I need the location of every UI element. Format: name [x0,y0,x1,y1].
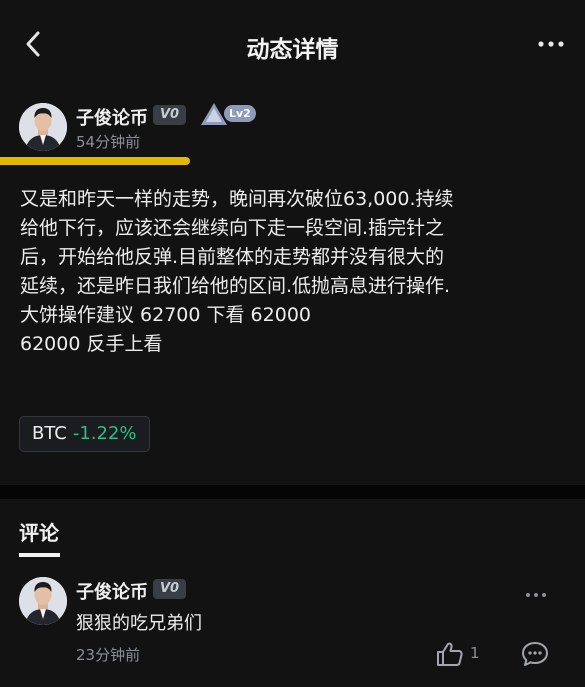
post-line: 大饼操作建议 62700 下看 62000 [20,304,312,326]
comment-more-button[interactable] [525,584,547,597]
highlight-bar [0,157,190,165]
post-timestamp: 54分钟前 [76,133,141,151]
comment-text: 狠狠的吃兄弟们 [76,613,202,634]
author-name[interactable]: 子俊论币 [76,104,148,130]
person-avatar-icon [19,577,67,625]
tab-active-indicator [19,553,60,557]
top-bar: 动态详情 [0,0,585,90]
post-line: 延续，还是昨日我们给他的区间.低抛高息进行操作. [20,275,451,297]
comment-bubble-icon [522,642,548,666]
coin-tag-button[interactable]: BTC -1.22% [19,416,150,452]
tab-comments[interactable]: 评论 [19,517,59,546]
vip-badge: V0 [153,579,187,599]
author-avatar[interactable] [19,103,67,151]
post-line: 又是和昨天一样的走势，晚间再次破位63,000.持续 [20,188,454,210]
post-line: 给他下行，应该还会继续向下走一段空间.插完针之 [20,217,445,239]
like-button[interactable]: 1 [436,641,486,667]
person-avatar-icon [19,103,67,151]
reply-button[interactable] [520,640,550,668]
like-count: 1 [470,644,480,662]
coin-symbol: BTC [32,423,67,444]
post-content: 又是和昨天一样的走势，晚间再次破位63,000.持续 给他下行，应该还会继续向下… [20,185,568,359]
post-detail-page: 动态详情 子俊论币 V0 Lv2 54分钟前 又是和昨天一样的走势，晚间再次破位… [0,0,585,687]
more-horizontal-icon [538,41,564,47]
post-line: 后，开始给他反弹.目前整体的走势都并没有很大的 [20,246,445,268]
thumbs-up-icon [437,642,463,666]
section-divider [0,485,585,499]
more-options-button[interactable] [537,36,565,50]
comment-timestamp: 23分钟前 [76,646,141,664]
level-label: Lv2 [224,105,256,122]
coin-change: -1.22% [72,423,137,444]
page-title: 动态详情 [246,37,339,63]
level-badge: Lv2 [200,101,256,127]
commenter-name[interactable]: 子俊论币 [76,578,148,604]
commenter-avatar[interactable] [19,577,67,625]
more-horizontal-icon [526,593,546,597]
vip-badge: V0 [153,105,187,125]
post-line: 62000 反手上看 [20,333,163,355]
